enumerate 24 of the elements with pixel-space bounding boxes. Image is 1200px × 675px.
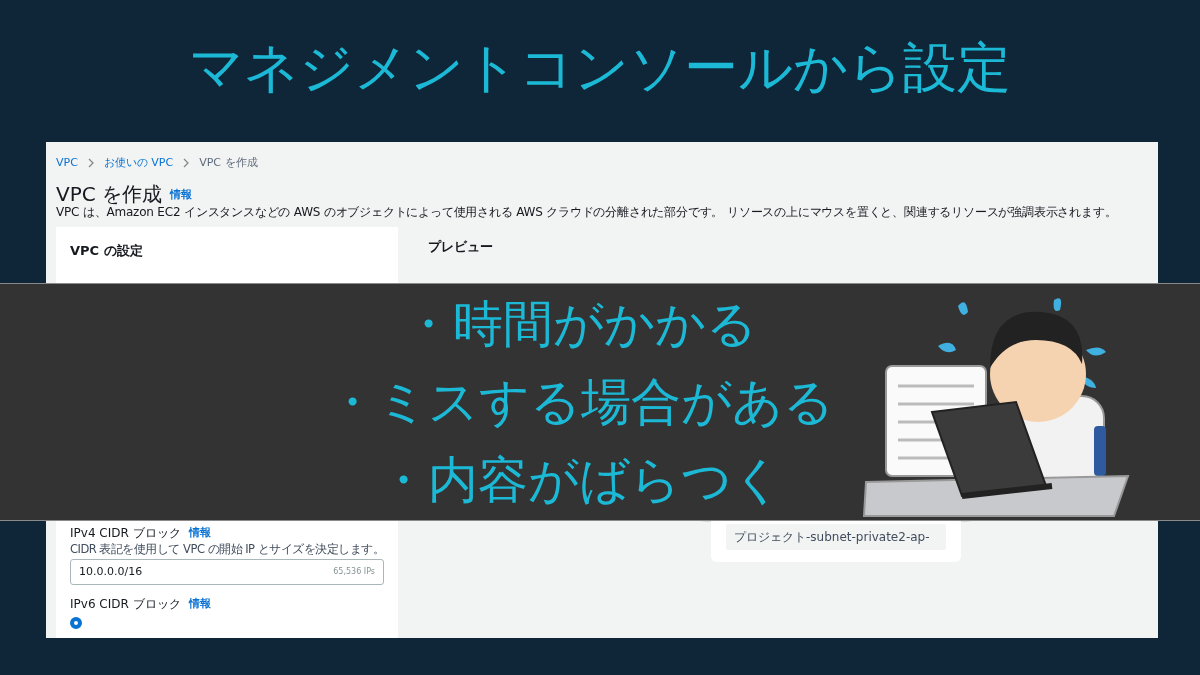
breadcrumb-current: VPC を作成 [199, 155, 258, 171]
field-hint: CIDR 表記を使用して VPC の開始 IP とサイズを決定します。 [70, 542, 384, 556]
bullet-point: ・ミスする場合がある [326, 372, 834, 433]
breadcrumb-link[interactable]: VPC [56, 155, 78, 172]
page-heading: VPC を作成 [56, 183, 163, 204]
info-link[interactable]: 情報 [188, 524, 211, 542]
breadcrumb-link[interactable]: お使いの VPC [103, 155, 174, 172]
panel-title: VPC の設定 [70, 241, 144, 260]
cidr-input-field[interactable]: 10.0.0.0/16 65,536 IPs [70, 559, 384, 585]
field-label: IPv4 CIDR ブロック [70, 525, 181, 542]
chevron-icon [183, 158, 190, 169]
ip-count: 65,536 IPs [333, 566, 375, 578]
subnet-label: プロジェクト-subnet-private2-ap- [726, 524, 946, 550]
slide-title: マネジメントコンソールから設定 [189, 41, 1011, 95]
chevron-icon [87, 158, 94, 169]
preview-title: プレビュー [428, 237, 494, 256]
info-link[interactable]: 情報 [188, 595, 211, 613]
info-link[interactable]: 情報 [170, 187, 193, 204]
bullet-point: ・内容がばらつく [377, 450, 783, 511]
bullet-point: ・時間がかかる [403, 294, 757, 355]
page-description: VPC は、Amazon EC2 インスタンスなどの AWS のオブジェクトによって使用される AWS クラウドの分離された部分です。 リソースの上にマウスを置くと、関連するリソースが強調表示されます。 [56, 204, 1118, 219]
field-label: IPv6 CIDR ブロック [70, 596, 181, 613]
radio-button[interactable] [70, 617, 82, 629]
field-value: 10.0.0.0/16 [79, 563, 143, 580]
